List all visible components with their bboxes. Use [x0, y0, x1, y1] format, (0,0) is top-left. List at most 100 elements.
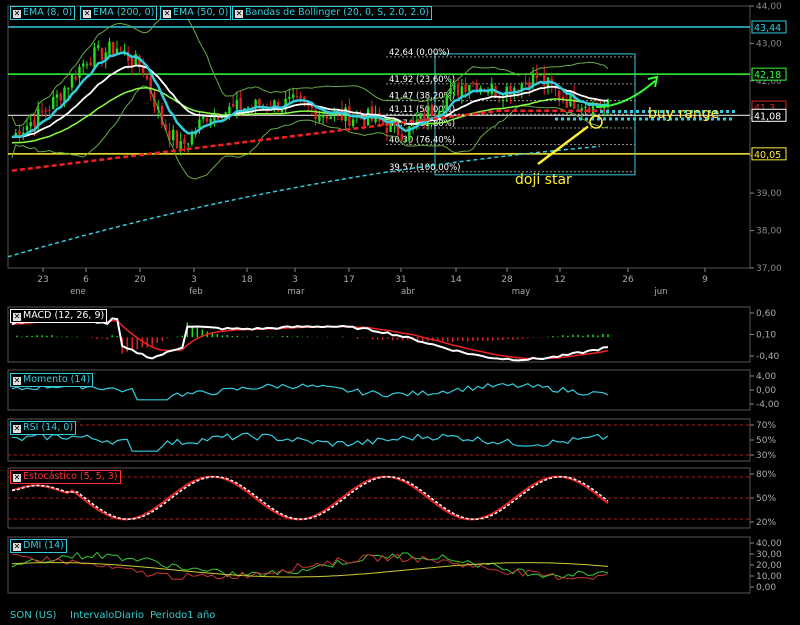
candle-body	[186, 143, 190, 145]
candle-body	[63, 87, 66, 103]
candle-body	[291, 94, 295, 98]
legend-main-item[interactable]: ✕ EMA (200, 0)	[80, 6, 158, 20]
candle-body	[524, 82, 527, 84]
candle-body	[318, 114, 321, 122]
candle-body	[501, 99, 505, 101]
candle-body	[351, 119, 355, 127]
x-month-label: jun	[653, 287, 667, 297]
legend-main-item[interactable]: ✕ Bandas de Bollinger (20, 0, S, 2.0, 2.0…	[232, 6, 433, 20]
candle-body	[535, 71, 538, 79]
bollinger-lower	[11, 85, 609, 180]
legend-momentum[interactable]: ✕ Momento (14)	[10, 373, 94, 387]
candle-body	[82, 63, 85, 67]
annotation-doji-star: doji star	[515, 172, 572, 188]
candle-body	[67, 87, 70, 89]
x-month-label: ene	[70, 287, 86, 297]
candle-body	[112, 42, 115, 55]
close-icon[interactable]: ✕	[13, 474, 21, 482]
y-tick-label: 20%	[756, 518, 776, 528]
candle-body	[171, 129, 175, 141]
x-tick-label: 3	[191, 275, 197, 285]
y-tick-label: 37,00	[756, 264, 782, 274]
close-icon[interactable]: ✕	[13, 377, 21, 385]
legend-label: EMA (200, 0)	[93, 7, 155, 18]
y-tick-label: 4,00	[756, 372, 776, 382]
legend-macd[interactable]: ✕ MACD (12, 26, 9)	[10, 309, 108, 323]
candle-body	[539, 75, 542, 77]
candle-body	[44, 110, 47, 112]
x-tick-label: 3	[292, 275, 298, 285]
x-tick-label: 17	[343, 275, 354, 285]
legend-main-item[interactable]: ✕ EMA (50, 0)	[160, 6, 232, 20]
ema-200-line	[7, 145, 601, 258]
rsi-line	[11, 432, 609, 452]
x-month-label: may	[512, 287, 531, 297]
close-icon[interactable]: ✕	[13, 425, 21, 433]
candle-body	[441, 108, 445, 112]
y-tick-label: 43,00	[756, 39, 782, 49]
x-tick-label: 14	[450, 275, 462, 285]
candle-body	[295, 95, 299, 97]
legend-label: MACD (12, 26, 9)	[23, 310, 105, 321]
candle-body	[408, 126, 411, 140]
legend-main-item[interactable]: ✕ EMA (8, 0)	[10, 6, 76, 20]
legend-rsi[interactable]: ✕ RSI (14, 0)	[10, 421, 77, 435]
candle-body	[400, 134, 404, 141]
candle-body	[198, 119, 201, 129]
candle-body	[55, 94, 59, 98]
candle-body	[205, 118, 209, 122]
legend-label: Momento (14)	[23, 374, 91, 385]
y-tick-label: -4,00	[756, 400, 780, 410]
candle-body	[48, 110, 51, 112]
legend-label: Bandas de Bollinger (20, 0, S, 2.0, 2.0)	[245, 7, 430, 18]
legend-label: Estocástico (5, 5, 3)	[23, 471, 118, 482]
macd-line	[11, 316, 609, 362]
y-tick-label: 80%	[756, 470, 776, 480]
price-tag-label: 42,18	[754, 70, 781, 81]
y-tick-label: 30%	[756, 451, 776, 461]
close-icon[interactable]: ✕	[163, 10, 171, 18]
price-tag-label: 40,05	[754, 150, 781, 161]
candle-body	[299, 95, 302, 99]
close-icon[interactable]: ✕	[13, 10, 21, 18]
legend-stoch[interactable]: ✕ Estocástico (5, 5, 3)	[10, 470, 121, 484]
y-tick-label: 40,00	[756, 539, 782, 549]
close-icon[interactable]: ✕	[13, 313, 21, 321]
legend-label: DMI (14)	[23, 540, 64, 551]
candle-body	[52, 96, 55, 109]
candle-body	[213, 113, 216, 121]
candle-body	[29, 121, 32, 127]
candle-body	[468, 84, 471, 92]
x-tick-label: 12	[554, 275, 565, 285]
y-tick-label: 70%	[756, 421, 776, 431]
close-icon[interactable]: ✕	[83, 10, 91, 18]
candle-body	[25, 126, 29, 131]
candle-body	[145, 75, 149, 80]
candle-body	[93, 47, 96, 68]
candle-body	[119, 48, 122, 50]
footer-interval: IntervaloDiario	[70, 610, 145, 621]
y-tick-label: 50%	[756, 494, 776, 504]
candle-body	[97, 45, 100, 48]
macd-signal-line	[11, 318, 609, 360]
x-tick-label: 26	[622, 275, 634, 285]
price-tag-label: 43,44	[754, 23, 781, 34]
candle-body	[235, 100, 239, 110]
candle-body	[59, 93, 62, 101]
x-tick-label: 9	[702, 275, 708, 285]
legend-dmi[interactable]: ✕ DMI (14)	[10, 539, 67, 553]
x-tick-label: 28	[501, 275, 513, 285]
x-month-label: abr	[401, 287, 416, 297]
y-tick-label: 10,00	[756, 572, 782, 582]
candle-body	[246, 106, 250, 108]
fib-level-label: 41,92 (23,60%)	[389, 75, 455, 85]
candle-body	[460, 86, 464, 97]
candle-body	[85, 64, 89, 66]
candle-body	[115, 48, 119, 54]
x-tick-label: 6	[83, 275, 89, 285]
close-icon[interactable]: ✕	[235, 10, 243, 18]
candle-body	[558, 90, 561, 99]
close-icon[interactable]: ✕	[13, 543, 21, 551]
candle-body	[464, 84, 467, 92]
candle-body	[179, 141, 182, 149]
